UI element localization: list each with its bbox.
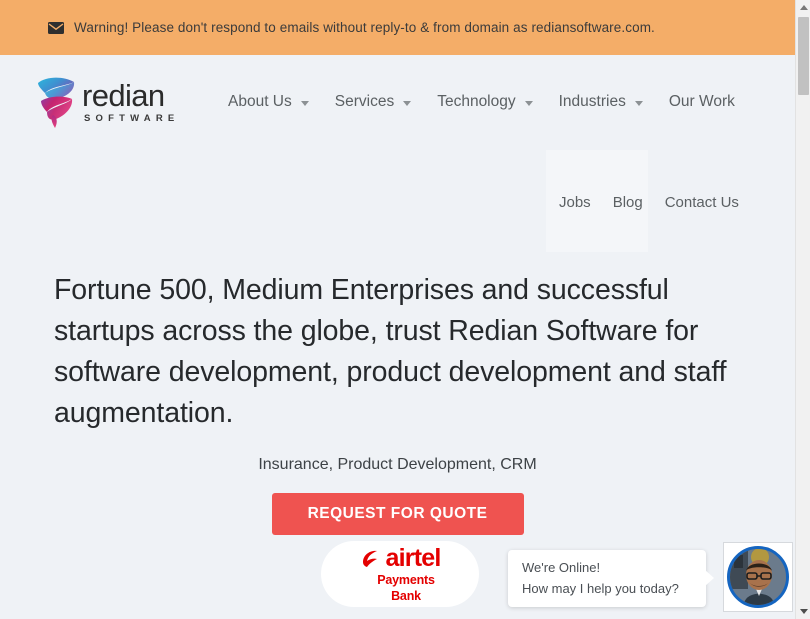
logo-wordmark: redian SOFTWARE [82,80,179,124]
hero-subtitle: Insurance, Product Development, CRM [258,456,537,473]
chevron-down-icon [403,101,412,106]
page-scrollbar[interactable] [795,0,810,619]
chevron-down-icon [524,101,533,106]
chat-greeting-bubble[interactable]: We're Online! How may I help you today? [508,550,714,607]
nav-label: Our Work [668,93,735,110]
nav-label: About Us [228,93,292,110]
nav-item-our-work[interactable]: Our Work [669,93,735,111]
airtel-sub-line-2: Bank [391,588,421,603]
site-header: redian SOFTWARE About Us Services Techno… [0,55,795,150]
nav-item-services[interactable]: Services [334,93,412,111]
warning-banner: Warning! Please don't respond to emails … [0,0,795,55]
nav-item-jobs[interactable]: Jobs [559,194,591,211]
airtel-sub-line-1: Payments [377,572,435,587]
chat-greeting-text: We're Online! [522,560,601,575]
airtel-logo-row: airtel [360,543,442,572]
airtel-wordmark: airtel [385,543,442,572]
scroll-down-arrow-icon[interactable] [796,604,810,619]
nav-label: Services [334,93,395,110]
scroll-up-arrow-icon[interactable] [796,0,810,15]
hero-headline: Fortune 500, Medium Enterprises and succ… [54,274,727,429]
avatar [727,546,789,608]
airtel-payments-bank-logo: airtel Payments Bank [360,543,442,603]
nav-label: Industries [558,93,626,110]
chat-prompt-text: How may I help you today? [522,581,679,596]
chevron-down-icon [300,101,309,106]
warning-message: Warning! Please don't respond to emails … [74,20,655,35]
nav-item-blog[interactable]: Blog [613,194,643,211]
request-for-quote-button[interactable]: REQUEST FOR QUOTE [271,493,524,535]
chat-avatar-container[interactable] [723,542,793,612]
primary-navigation: About Us Services Technology Industries … [228,93,735,111]
hero-section: Fortune 500, Medium Enterprises and succ… [0,270,795,535]
nav-item-technology[interactable]: Technology [437,93,533,111]
logo-word: redian [82,78,165,114]
page-viewport: Warning! Please don't respond to emails … [0,0,795,619]
client-logo-card: airtel Payments Bank [321,541,479,607]
nav-item-contact-us[interactable]: Contact Us [665,194,739,211]
chevron-down-icon [634,101,643,106]
redian-logo-mark-icon [36,73,78,131]
site-logo[interactable]: redian SOFTWARE [36,72,179,132]
logo-subtitle: SOFTWARE [84,113,180,125]
cta-container: REQUEST FOR QUOTE [0,493,795,535]
scrollbar-thumb[interactable] [798,17,809,95]
nav-item-industries[interactable]: Industries [559,93,643,111]
nav-label: Technology [437,93,516,110]
secondary-navigation: Jobs Blog Contact Us [559,194,739,211]
nav-item-about-us[interactable]: About Us [228,93,309,111]
airtel-swoosh-icon [360,548,382,568]
envelope-icon [48,22,64,34]
